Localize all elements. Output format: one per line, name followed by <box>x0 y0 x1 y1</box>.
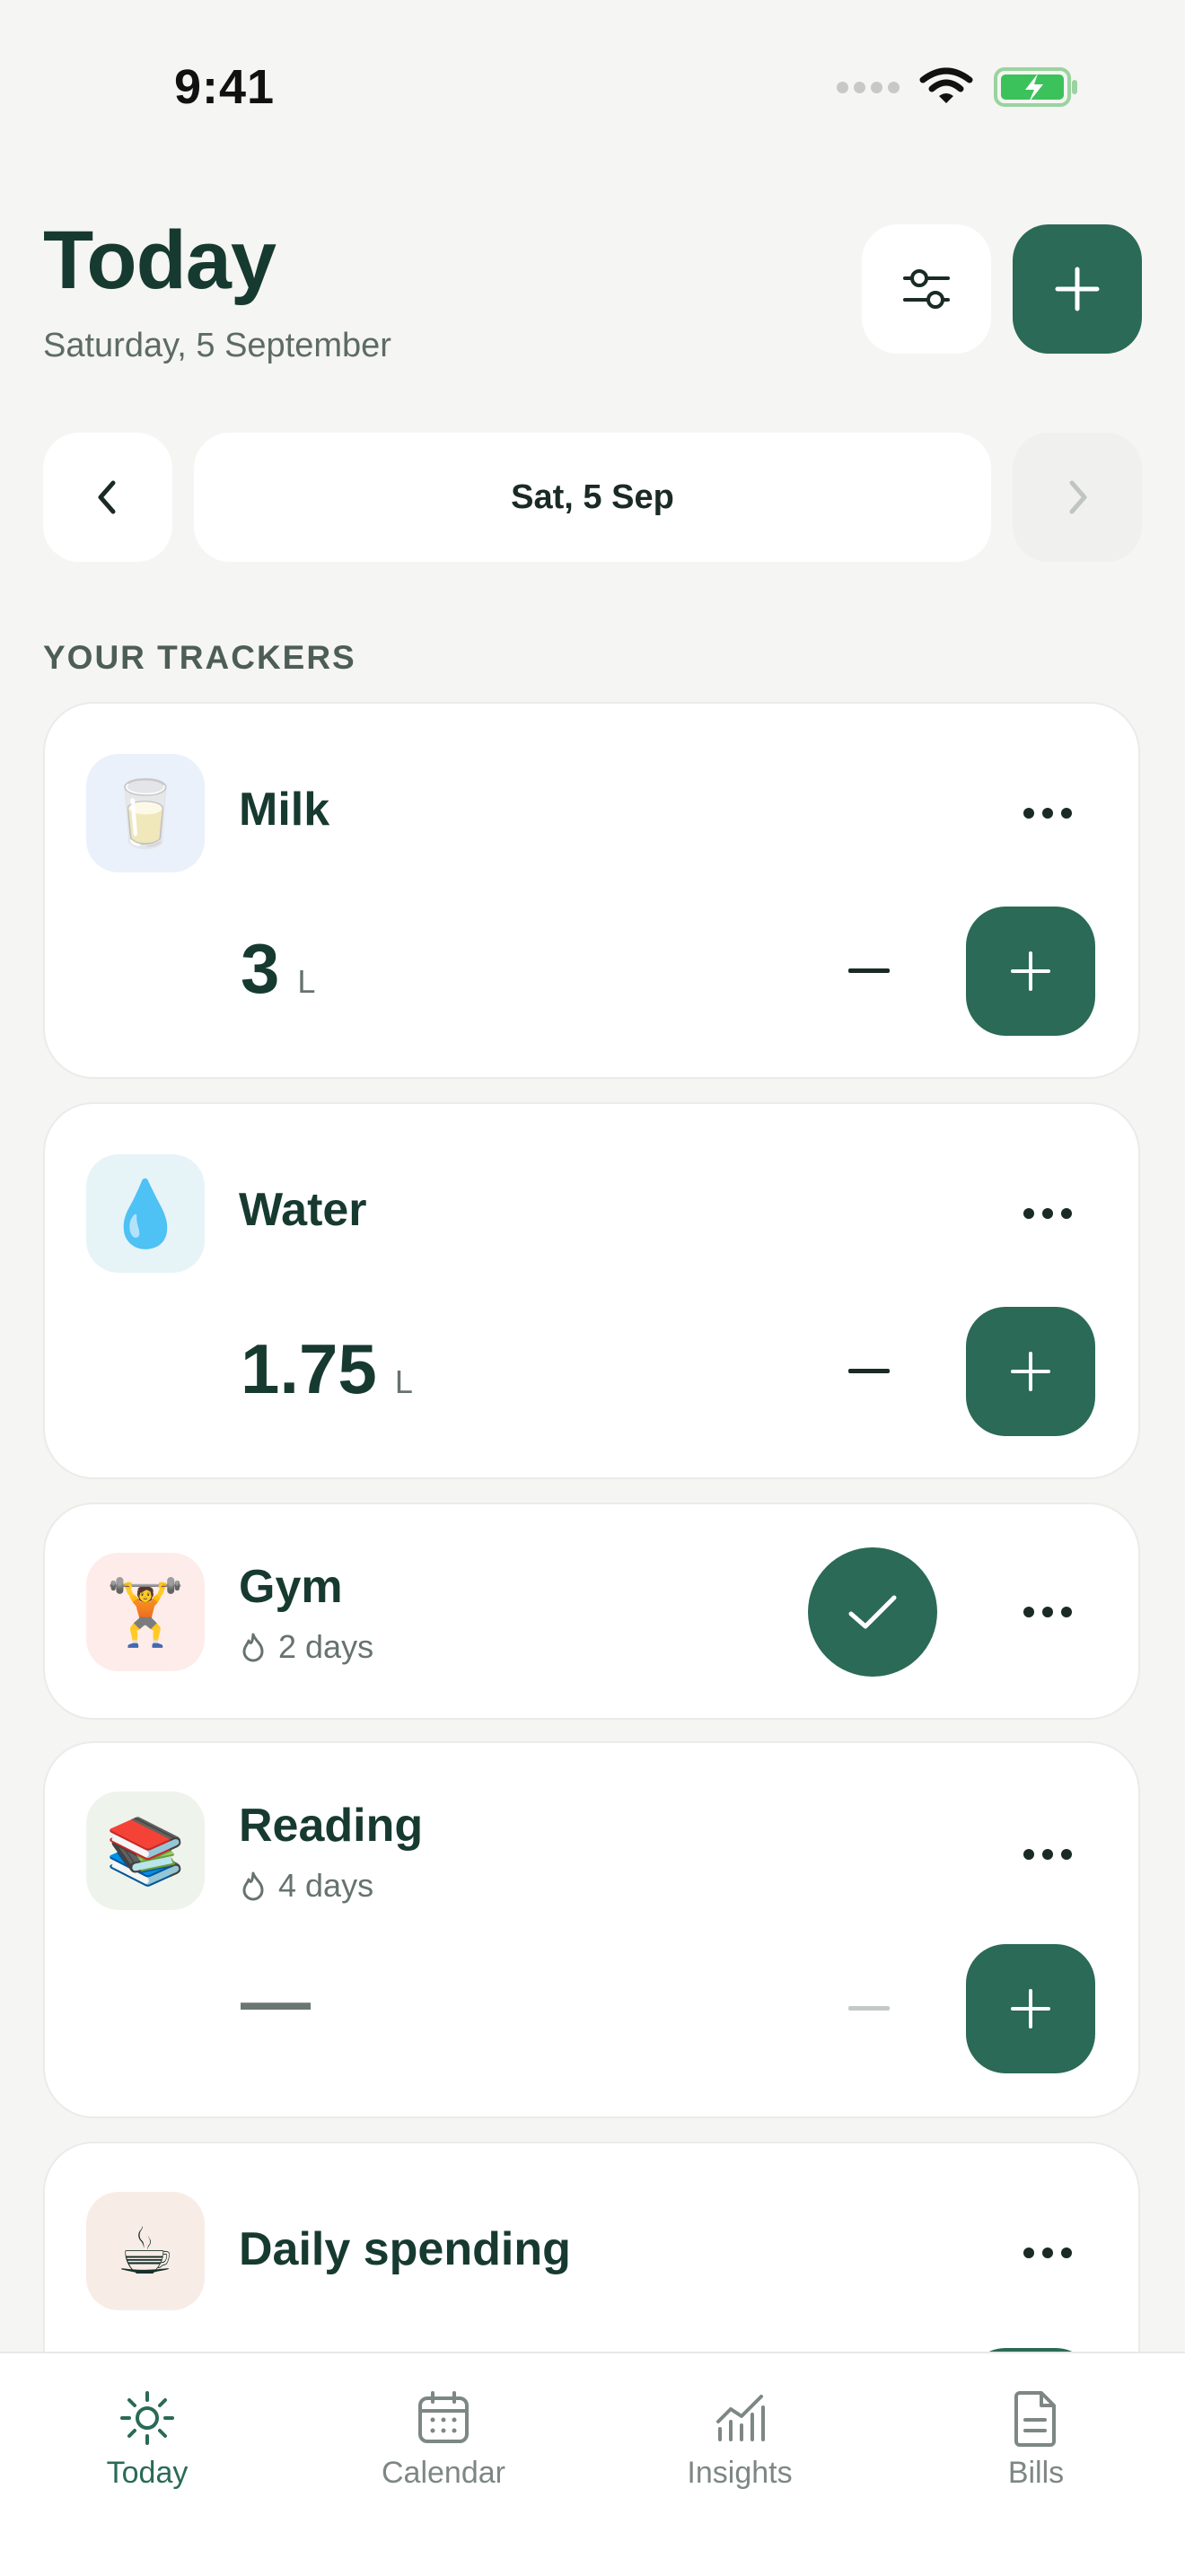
tracker-name: Water <box>239 1184 367 1236</box>
more-horizontal-icon <box>1023 2247 1072 2258</box>
status-icons <box>837 66 1079 108</box>
tracker-value: 3L <box>241 928 315 1010</box>
weightlifter-icon: 🏋️ <box>86 1553 205 1671</box>
milk-icon: 🥛 <box>86 754 205 872</box>
increment-button[interactable] <box>966 907 1095 1036</box>
streak-indicator: 4 days <box>241 1867 373 1905</box>
tab-bar: Today Calendar Insights Bills <box>0 2352 1185 2576</box>
chevron-right-icon <box>1069 480 1087 514</box>
tab-label: Calendar <box>382 2456 505 2490</box>
decrement-button[interactable] <box>842 944 896 998</box>
previous-day-button[interactable] <box>43 433 172 562</box>
battery-charging-icon <box>994 67 1077 107</box>
sliders-icon <box>903 269 950 309</box>
complete-check-button[interactable] <box>808 1547 937 1677</box>
page-subtitle: Saturday, 5 September <box>43 327 391 364</box>
tab-bills[interactable]: Bills <box>946 2389 1126 2491</box>
tracker-card-water[interactable]: 💧 Water 1.75 L <box>43 1102 1140 1479</box>
increment-button[interactable] <box>966 1944 1095 2073</box>
more-options-button[interactable] <box>1007 1827 1088 1881</box>
filter-button[interactable] <box>862 224 991 354</box>
value-unit: L <box>394 1363 413 1400</box>
value-number: 3 <box>241 929 280 1008</box>
tab-label: Bills <box>1007 2456 1065 2490</box>
books-icon: 📚 <box>86 1792 205 1910</box>
value-unit: L <box>297 963 316 1000</box>
plus-icon <box>1011 1352 1050 1391</box>
plus-icon <box>1011 951 1050 991</box>
tracker-name: Daily spending <box>239 2223 571 2275</box>
more-horizontal-icon <box>1023 1208 1072 1219</box>
tracker-name: Milk <box>239 784 330 836</box>
cellular-signal-icon <box>837 81 900 93</box>
minus-icon <box>848 1369 890 1373</box>
current-date-pill[interactable]: Sat, 5 Sep <box>194 433 991 562</box>
more-horizontal-icon <box>1023 1849 1072 1860</box>
more-options-button[interactable] <box>1007 786 1088 840</box>
tab-today[interactable]: Today <box>57 2389 237 2491</box>
flame-icon <box>242 1871 264 1901</box>
more-horizontal-icon <box>1023 1607 1072 1617</box>
tracker-name: Reading <box>239 1800 424 1852</box>
coffee-icon: ☕ <box>86 2192 205 2310</box>
tab-label: Today <box>106 2456 189 2490</box>
tracker-card-milk[interactable]: 🥛 Milk 3L <box>43 702 1140 1079</box>
streak-text: 2 days <box>278 1628 374 1665</box>
section-label: YOUR TRACKERS <box>43 639 356 676</box>
tab-label: Insights <box>687 2456 793 2490</box>
tracker-card-gym[interactable]: 🏋️ Gym 2 days <box>43 1503 1140 1720</box>
decrement-button[interactable] <box>842 1345 896 1398</box>
plus-icon <box>1055 267 1100 311</box>
decrement-button-disabled[interactable] <box>842 1982 896 2036</box>
value-number: 1.75 <box>241 1329 377 1408</box>
more-options-button[interactable] <box>1007 1187 1088 1240</box>
wifi-icon <box>919 67 973 103</box>
status-time: 9:41 <box>173 60 276 114</box>
streak-text: 4 days <box>278 1867 374 1904</box>
check-icon <box>848 1595 897 1629</box>
document-icon <box>1014 2391 1056 2447</box>
tracker-card-reading[interactable]: 📚 Reading 4 days — <box>43 1741 1140 2118</box>
plus-icon <box>1011 1989 1050 2028</box>
streak-indicator: 2 days <box>241 1628 373 1666</box>
chart-icon <box>716 2395 765 2441</box>
flame-icon <box>242 1633 264 1662</box>
chevron-left-icon <box>98 480 116 514</box>
add-tracker-button[interactable] <box>1013 224 1142 354</box>
more-horizontal-icon <box>1023 808 1072 819</box>
sun-icon <box>120 2391 174 2445</box>
minus-icon <box>848 968 890 973</box>
next-day-button[interactable] <box>1013 433 1142 562</box>
more-options-button[interactable] <box>1007 2226 1088 2280</box>
tracker-value-empty: — <box>241 1961 311 2040</box>
page-title: Today <box>43 215 276 306</box>
calendar-icon <box>418 2391 469 2443</box>
increment-button[interactable] <box>966 1307 1095 1436</box>
tab-calendar[interactable]: Calendar <box>354 2389 533 2491</box>
more-options-button[interactable] <box>1007 1585 1088 1639</box>
water-drop-icon: 💧 <box>86 1154 205 1273</box>
tracker-name: Gym <box>239 1561 343 1613</box>
minus-icon <box>848 2006 890 2011</box>
tab-insights[interactable]: Insights <box>650 2389 830 2491</box>
tracker-value: 1.75 L <box>241 1328 413 1410</box>
